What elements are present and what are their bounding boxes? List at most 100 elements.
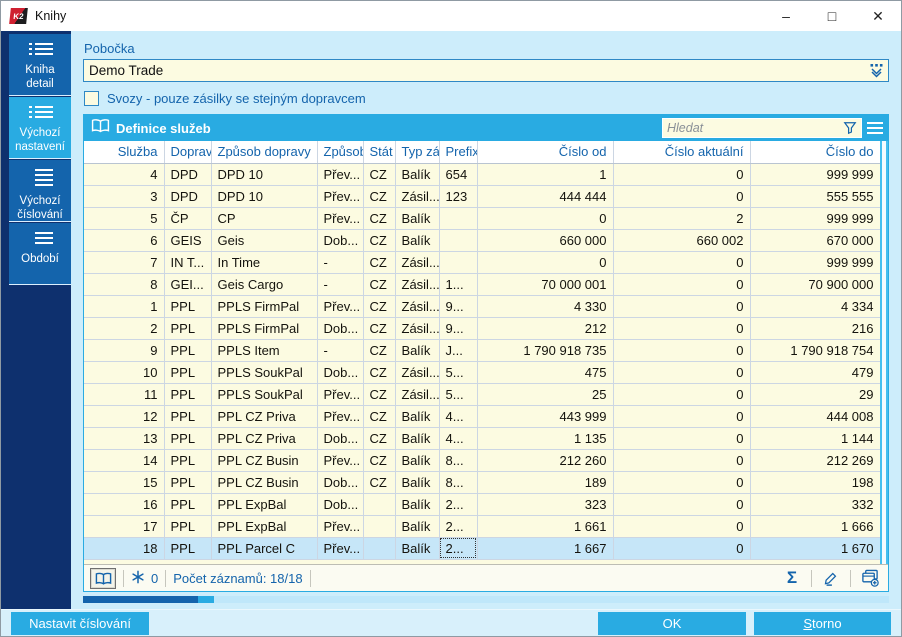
table-cell[interactable]: Dob...: [317, 317, 363, 339]
table-cell[interactable]: 1 661: [477, 515, 613, 537]
table-cell[interactable]: DPD 10: [211, 163, 317, 185]
table-cell[interactable]: 5...: [439, 383, 477, 405]
table-cell[interactable]: 1 670: [750, 537, 880, 559]
table-cell[interactable]: 660 002: [613, 229, 750, 251]
table-cell[interactable]: 212 269: [750, 449, 880, 471]
table-cell[interactable]: Přev...: [317, 383, 363, 405]
table-cell[interactable]: CZ: [363, 405, 395, 427]
panel-menu-icon[interactable]: [862, 115, 888, 141]
filter-icon[interactable]: [841, 121, 861, 135]
table-cell[interactable]: Přev...: [317, 449, 363, 471]
table-cell[interactable]: 0: [613, 383, 750, 405]
table-cell[interactable]: 4: [84, 163, 164, 185]
edit-pencil-icon[interactable]: [819, 570, 843, 586]
table-cell[interactable]: PPLS FirmPal: [211, 317, 317, 339]
table-cell[interactable]: Geis Cargo: [211, 273, 317, 295]
sidebar-item-vychozi-nastaveni[interactable]: Výchozí nastavení: [9, 97, 71, 159]
table-cell[interactable]: 0: [613, 537, 750, 559]
table-cell[interactable]: 198: [750, 471, 880, 493]
table-cell[interactable]: 0: [613, 185, 750, 207]
table-cell[interactable]: -: [317, 273, 363, 295]
table-cell[interactable]: 2: [84, 317, 164, 339]
table-cell[interactable]: Balík: [395, 515, 439, 537]
table-cell[interactable]: 4 334: [750, 295, 880, 317]
table-cell[interactable]: 0: [613, 427, 750, 449]
table-cell[interactable]: Geis: [211, 229, 317, 251]
table-cell[interactable]: 18: [84, 537, 164, 559]
table-cell[interactable]: CZ: [363, 339, 395, 361]
table-cell[interactable]: Přev...: [317, 405, 363, 427]
minimize-button[interactable]: –: [763, 1, 809, 31]
table-cell[interactable]: Zásil...: [395, 273, 439, 295]
table-cell[interactable]: 444 444: [477, 185, 613, 207]
table-cell[interactable]: CZ: [363, 427, 395, 449]
table-cell[interactable]: 660 000: [477, 229, 613, 251]
table-cell[interactable]: CZ: [363, 449, 395, 471]
table-row[interactable]: 17PPLPPL ExpBalPřev...Balík2...1 66101 6…: [84, 515, 880, 537]
table-cell[interactable]: 1 790 918 754: [750, 339, 880, 361]
table-cell[interactable]: 2...: [439, 515, 477, 537]
table-cell[interactable]: 3: [84, 185, 164, 207]
set-numbering-button[interactable]: Nastavit číslování: [11, 612, 149, 635]
table-row[interactable]: 12PPLPPL CZ PrivaPřev...CZBalík4...443 9…: [84, 405, 880, 427]
table-cell[interactable]: Přev...: [317, 515, 363, 537]
table-cell[interactable]: Balík: [395, 405, 439, 427]
table-cell[interactable]: 999 999: [750, 163, 880, 185]
sidebar-item-kniha-detail[interactable]: Kniha detail: [9, 34, 71, 96]
search-input[interactable]: [663, 121, 841, 135]
table-row[interactable]: 5ČPCPPřev...CZBalík02999 999: [84, 207, 880, 229]
table-row[interactable]: 10PPLPPLS SoukPalDob...CZZásil...5...475…: [84, 361, 880, 383]
table-cell[interactable]: 0: [613, 449, 750, 471]
table-cell[interactable]: 0: [613, 515, 750, 537]
table-cell[interactable]: CZ: [363, 207, 395, 229]
table-cell[interactable]: 999 999: [750, 251, 880, 273]
table-row[interactable]: 14PPLPPL CZ BusinPřev...CZBalík8...212 2…: [84, 449, 880, 471]
table-cell[interactable]: PPLS Item: [211, 339, 317, 361]
table-cell[interactable]: 15: [84, 471, 164, 493]
dropdown-icon[interactable]: [869, 63, 884, 78]
table-cell[interactable]: Balík: [395, 207, 439, 229]
table-cell[interactable]: CZ: [363, 185, 395, 207]
vertical-scrollbar[interactable]: [880, 141, 888, 564]
table-cell[interactable]: 0: [613, 295, 750, 317]
table-cell[interactable]: 216: [750, 317, 880, 339]
table-cell[interactable]: 1: [477, 163, 613, 185]
table-cell[interactable]: Přev...: [317, 295, 363, 317]
table-cell[interactable]: -: [317, 251, 363, 273]
table-row[interactable]: 13PPLPPL CZ PrivaDob...CZBalík4...1 1350…: [84, 427, 880, 449]
table-row[interactable]: 4DPDDPD 10Přev...CZBalík65410999 999: [84, 163, 880, 185]
table-cell[interactable]: PPL: [164, 361, 211, 383]
table-row[interactable]: 16PPLPPL ExpBalDob...Balík2...3230332: [84, 493, 880, 515]
sidebar-item-obdobi[interactable]: Období: [9, 223, 71, 285]
column-header[interactable]: Způsob dopravy: [211, 141, 317, 163]
table-cell[interactable]: [363, 537, 395, 559]
table-cell[interactable]: 25: [477, 383, 613, 405]
table-cell[interactable]: 14: [84, 449, 164, 471]
table-cell[interactable]: ČP: [164, 207, 211, 229]
column-header[interactable]: Číslo do: [750, 141, 880, 163]
column-header[interactable]: Doprav: [164, 141, 211, 163]
copy-records-icon[interactable]: [858, 569, 882, 587]
table-cell[interactable]: 0: [613, 405, 750, 427]
table-cell[interactable]: 5: [84, 207, 164, 229]
table-cell[interactable]: 8: [84, 273, 164, 295]
table-cell[interactable]: 13: [84, 427, 164, 449]
table-cell[interactable]: [363, 515, 395, 537]
book-view-button[interactable]: [90, 568, 116, 589]
table-cell[interactable]: GEIS: [164, 229, 211, 251]
table-cell[interactable]: PPL ExpBal: [211, 493, 317, 515]
table-cell[interactable]: 0: [613, 471, 750, 493]
table-cell[interactable]: PPLS SoukPal: [211, 383, 317, 405]
table-cell[interactable]: J...: [439, 339, 477, 361]
table-cell[interactable]: CZ: [363, 273, 395, 295]
table-cell[interactable]: DPD 10: [211, 185, 317, 207]
column-header[interactable]: Stát: [363, 141, 395, 163]
table-cell[interactable]: GEI...: [164, 273, 211, 295]
table-cell[interactable]: Zásil...: [395, 185, 439, 207]
table-cell[interactable]: PPL CZ Priva: [211, 405, 317, 427]
table-row[interactable]: 11PPLPPLS SoukPalPřev...CZZásil...5...25…: [84, 383, 880, 405]
table-cell[interactable]: Zásil...: [395, 383, 439, 405]
table-cell[interactable]: CP: [211, 207, 317, 229]
table-cell[interactable]: 9: [84, 339, 164, 361]
table-row[interactable]: 18PPLPPL Parcel CPřev...Balík2...1 66701…: [84, 537, 880, 559]
